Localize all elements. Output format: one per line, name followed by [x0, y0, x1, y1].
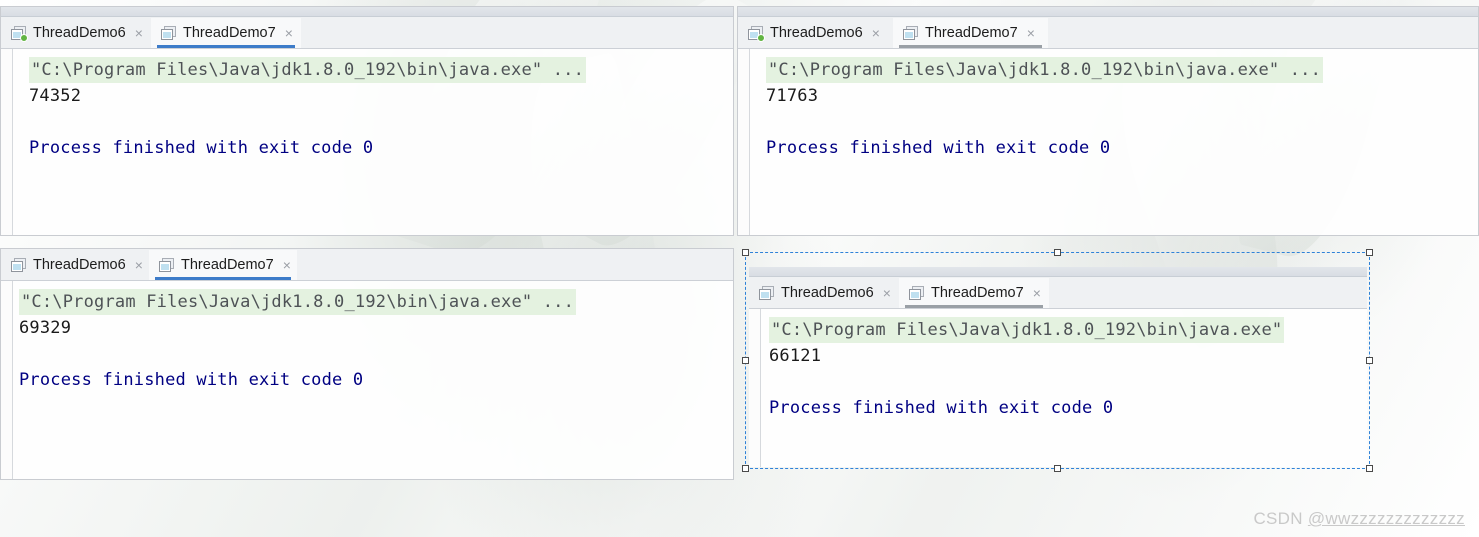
resize-handle-ne[interactable]: [1366, 249, 1373, 256]
tab-threaddemo6[interactable]: ThreadDemo6 ×: [1, 250, 149, 280]
resize-handle-e[interactable]: [1366, 356, 1373, 364]
console-window-icon: [748, 25, 765, 42]
tab-threaddemo7[interactable]: ThreadDemo7 ×: [893, 18, 1048, 48]
panel-top-strip: [749, 267, 1367, 277]
console-tabbar[interactable]: ThreadDemo6 × ThreadDemo7 ×: [1, 17, 733, 49]
console-value-line: 66121: [769, 346, 822, 366]
watermark-brand: CSDN: [1253, 509, 1308, 528]
console-window-icon: [903, 25, 919, 41]
tab-close-icon[interactable]: ×: [135, 258, 143, 272]
tab-threaddemo6[interactable]: ThreadDemo6 ×: [738, 18, 893, 48]
tab-close-icon[interactable]: ×: [135, 26, 143, 40]
console-output-area[interactable]: "C:\Program Files\Java\jdk1.8.0_192\bin\…: [1, 49, 733, 235]
console-window-icon: [161, 25, 177, 41]
run-console-panel-bottom-left[interactable]: ThreadDemo6 × ThreadDemo7 × "C:\Program …: [0, 248, 734, 480]
console-lines: "C:\Program Files\Java\jdk1.8.0_192\bin\…: [1, 289, 733, 393]
console-lines: "C:\Program Files\Java\jdk1.8.0_192\bin\…: [749, 317, 1367, 421]
console-window-icon: [159, 257, 175, 273]
resize-handle-se[interactable]: [1366, 465, 1373, 472]
resize-handle-w[interactable]: [742, 356, 749, 364]
resize-handle-nw[interactable]: [742, 249, 749, 256]
console-exit-line: Process finished with exit code 0: [769, 398, 1114, 418]
tab-close-icon[interactable]: ×: [872, 26, 880, 40]
tab-threaddemo6[interactable]: ThreadDemo6 ×: [749, 278, 899, 308]
panel-top-strip: [1, 7, 733, 17]
tab-threaddemo7[interactable]: ThreadDemo7 ×: [899, 278, 1049, 308]
tab-close-icon[interactable]: ×: [1027, 26, 1035, 40]
tab-label: ThreadDemo7: [931, 285, 1024, 301]
console-tabbar[interactable]: ThreadDemo6 × ThreadDemo7 ×: [1, 249, 733, 281]
console-value-line: 74352: [29, 86, 82, 106]
console-lines: "C:\Program Files\Java\jdk1.8.0_192\bin\…: [738, 57, 1478, 161]
resize-handle-sw[interactable]: [742, 465, 749, 472]
watermark-username: @wwzzzzzzzzzzzzz: [1307, 509, 1465, 528]
tab-threaddemo7[interactable]: ThreadDemo7 ×: [151, 18, 301, 48]
console-command-line: "C:\Program Files\Java\jdk1.8.0_192\bin\…: [29, 57, 587, 83]
panel-top-strip: [738, 7, 1478, 17]
tab-label: ThreadDemo6: [33, 25, 126, 41]
console-value-line: 69329: [19, 318, 72, 338]
tab-close-icon[interactable]: ×: [883, 286, 891, 300]
run-console-panel-top-left[interactable]: ThreadDemo6 × ThreadDemo7 × "C:\Program …: [0, 6, 734, 236]
console-exit-line: Process finished with exit code 0: [19, 370, 364, 390]
console-tabbar[interactable]: ThreadDemo6 × ThreadDemo7 ×: [749, 277, 1367, 309]
tab-close-icon[interactable]: ×: [283, 258, 291, 272]
console-window-icon: [759, 285, 775, 301]
console-exit-line: Process finished with exit code 0: [766, 138, 1111, 158]
console-window-icon: [909, 285, 925, 301]
console-command-line: "C:\Program Files\Java\jdk1.8.0_192\bin\…: [19, 289, 577, 315]
console-output-area[interactable]: "C:\Program Files\Java\jdk1.8.0_192\bin\…: [749, 309, 1367, 467]
tab-label: ThreadDemo7: [925, 25, 1018, 41]
resize-handle-n[interactable]: [1053, 249, 1061, 256]
console-value-line: 71763: [766, 86, 819, 106]
tab-threaddemo6[interactable]: ThreadDemo6 ×: [1, 18, 151, 48]
console-lines: "C:\Program Files\Java\jdk1.8.0_192\bin\…: [1, 57, 733, 161]
console-command-line: "C:\Program Files\Java\jdk1.8.0_192\bin\…: [766, 57, 1324, 83]
tab-label: ThreadDemo7: [181, 257, 274, 273]
tab-label: ThreadDemo6: [33, 257, 126, 273]
tab-threaddemo7[interactable]: ThreadDemo7 ×: [149, 250, 297, 280]
csdn-watermark: CSDN @wwzzzzzzzzzzzzz: [1253, 509, 1465, 529]
run-console-panel-top-right[interactable]: ThreadDemo6 × ThreadDemo7 × "C:\Program …: [737, 6, 1479, 236]
tab-close-icon[interactable]: ×: [1033, 286, 1041, 300]
tab-label: ThreadDemo7: [183, 25, 276, 41]
console-output-area[interactable]: "C:\Program Files\Java\jdk1.8.0_192\bin\…: [1, 281, 733, 479]
tab-close-icon[interactable]: ×: [285, 26, 293, 40]
console-window-icon: [11, 257, 27, 273]
console-window-icon: [11, 25, 28, 42]
console-output-area[interactable]: "C:\Program Files\Java\jdk1.8.0_192\bin\…: [738, 49, 1478, 235]
tab-label: ThreadDemo6: [770, 25, 863, 41]
tab-label: ThreadDemo6: [781, 285, 874, 301]
run-console-panel-bottom-right[interactable]: ThreadDemo6 × ThreadDemo7 × "C:\Program …: [749, 267, 1367, 467]
console-tabbar[interactable]: ThreadDemo6 × ThreadDemo7 ×: [738, 17, 1478, 49]
console-command-line: "C:\Program Files\Java\jdk1.8.0_192\bin\…: [769, 317, 1285, 343]
console-exit-line: Process finished with exit code 0: [29, 138, 374, 158]
